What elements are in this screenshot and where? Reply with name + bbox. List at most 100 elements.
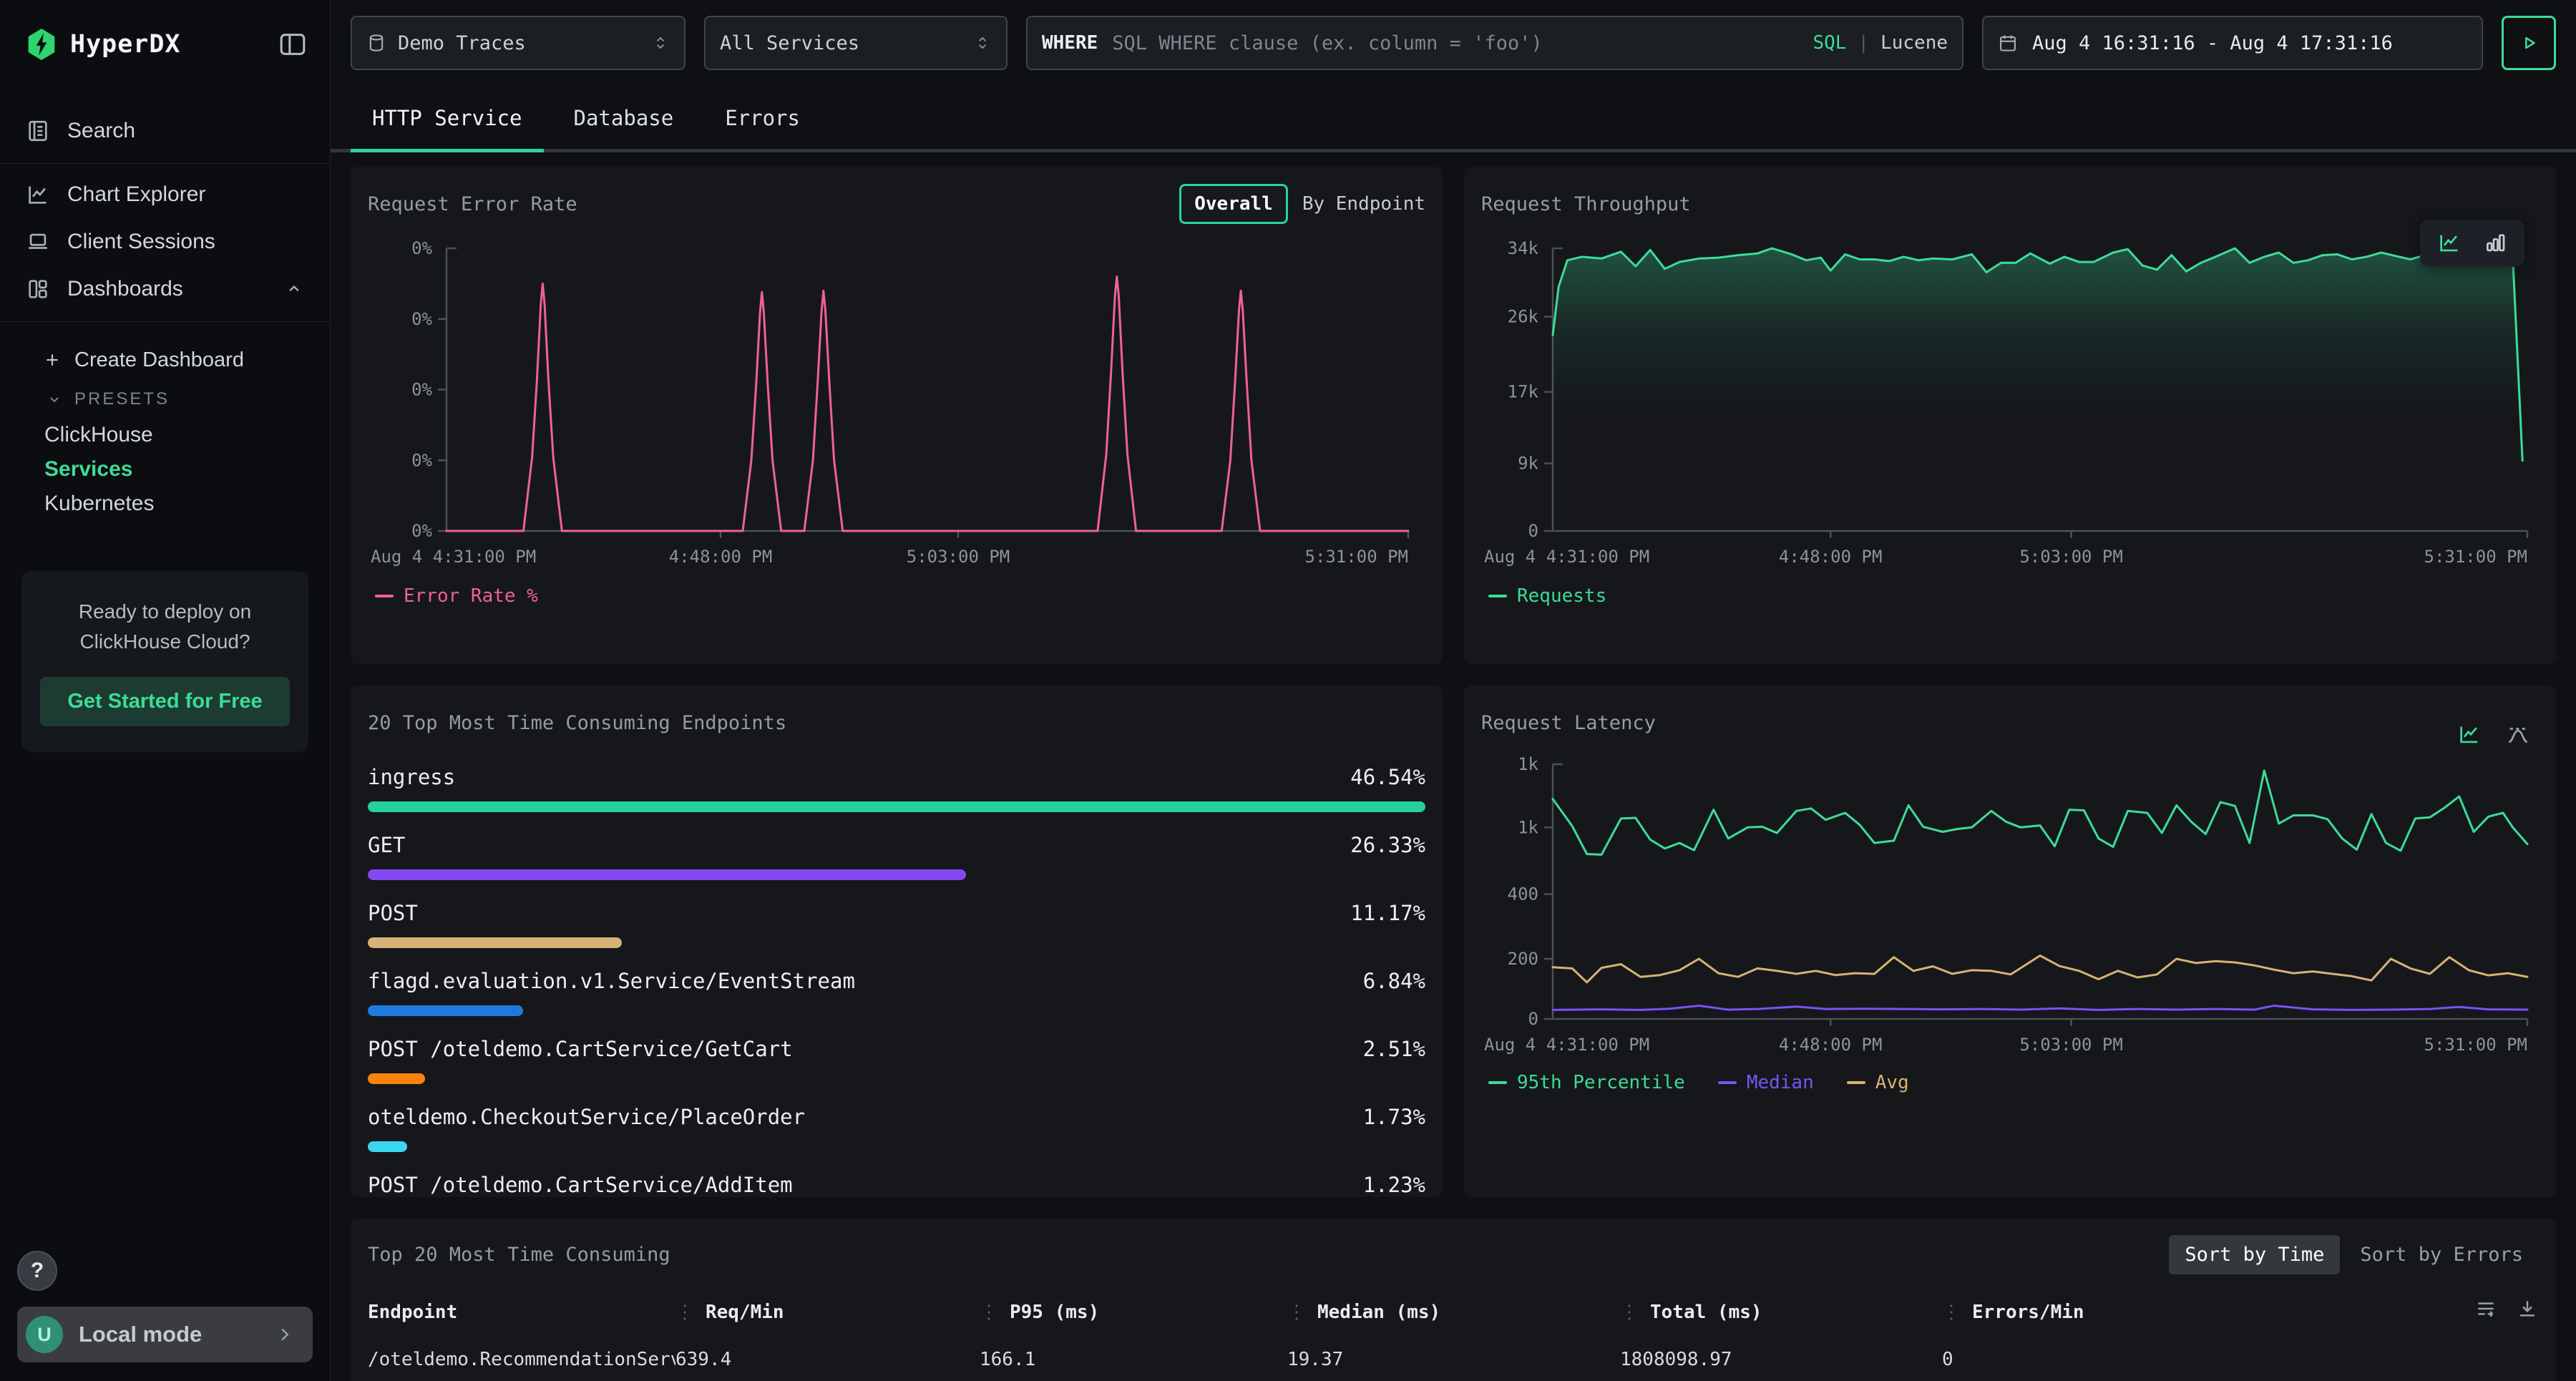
lucene-mode-toggle[interactable]: Lucene: [1880, 32, 1948, 54]
time-range-picker[interactable]: Aug 4 16:31:16 - Aug 4 17:31:16: [1982, 16, 2483, 70]
column-header-errors-min[interactable]: Errors/Min: [1942, 1302, 2539, 1323]
endpoint-item[interactable]: flagd.evaluation.v1.Service/EventStream6…: [368, 968, 1425, 1036]
sidebar-item-dashboards[interactable]: Dashboards: [0, 265, 330, 313]
cell-req-min: 639.4: [675, 1349, 980, 1370]
svg-text:5:03:00 PM: 5:03:00 PM: [907, 547, 1010, 567]
error-rate-chart: 0%0%0%0%0%Aug 4 4:31:00 PM4:48:00 PM5:03…: [368, 234, 1425, 574]
line-chart-icon[interactable]: [2437, 231, 2462, 255]
svg-text:0%: 0%: [411, 521, 432, 541]
calendar-icon: [1998, 33, 2018, 53]
endpoint-item[interactable]: POST /oteldemo.CartService/GetCart2.51%: [368, 1036, 1425, 1104]
logo-row: HyperDX: [0, 0, 330, 62]
where-label: WHERE: [1042, 32, 1098, 54]
app-root: HyperDX Search Chart Explorer: [0, 0, 2576, 1381]
endpoint-value: 2.51%: [1363, 1037, 1425, 1061]
endpoint-value: 46.54%: [1350, 765, 1425, 789]
topbar: Demo Traces All Services WHERE SQL | Luc…: [331, 0, 2576, 84]
sidebar-item-kubernetes[interactable]: Kubernetes: [0, 487, 330, 521]
create-dashboard-button[interactable]: Create Dashboard: [0, 339, 330, 381]
endpoint-label: oteldemo.CheckoutService/PlaceOrder: [368, 1105, 805, 1129]
sidebar-item-services[interactable]: Services: [0, 452, 330, 487]
column-header-req-min[interactable]: Req/Min: [675, 1302, 980, 1323]
endpoint-item[interactable]: oteldemo.CheckoutService/PlaceOrder 1.73%: [368, 1104, 1425, 1172]
sort-by-time-button[interactable]: Sort by Time: [2169, 1235, 2340, 1274]
endpoint-item[interactable]: POST /oteldemo.CartService/AddItem1.23%: [368, 1172, 1425, 1197]
legend-item[interactable]: 95th Percentile: [1488, 1072, 1685, 1093]
endpoint-value: 26.33%: [1350, 833, 1425, 857]
run-query-button[interactable]: [2502, 16, 2556, 70]
sort-by-errors-button[interactable]: Sort by Errors: [2344, 1235, 2539, 1274]
endpoint-value: 11.17%: [1350, 901, 1425, 925]
endpoint-bar: [368, 801, 1425, 812]
svg-text:5:31:00 PM: 5:31:00 PM: [2424, 547, 2528, 567]
play-icon: [2518, 32, 2540, 54]
laptop-icon: [26, 230, 50, 254]
sidebar-item-label: Chart Explorer: [67, 182, 205, 207]
sidebar-section-main: Chart Explorer Client Sessions Dashboard…: [0, 164, 330, 322]
sidebar: HyperDX Search Chart Explorer: [0, 0, 331, 1381]
column-header-p95[interactable]: P95 (ms): [980, 1302, 1287, 1323]
chart-explorer-icon: [26, 182, 50, 207]
download-icon[interactable]: [2516, 1297, 2539, 1320]
clickhouse-cloud-promo: Ready to deploy on ClickHouse Cloud? Get…: [21, 571, 308, 752]
by-endpoint-toggle-button[interactable]: By Endpoint: [1302, 193, 1425, 215]
cell-median: 19.37: [1287, 1349, 1620, 1370]
where-input[interactable]: [1112, 32, 1813, 54]
endpoint-value: 1.73%: [1363, 1105, 1425, 1129]
preset-label: Services: [44, 457, 132, 482]
endpoint-value: 1.23%: [1363, 1173, 1425, 1197]
svg-text:4:48:00 PM: 4:48:00 PM: [669, 547, 773, 567]
column-header-median[interactable]: Median (ms): [1287, 1302, 1620, 1323]
sidebar-item-chart-explorer[interactable]: Chart Explorer: [0, 171, 330, 218]
promo-text-line1: Ready to deploy on: [40, 597, 290, 627]
user-menu[interactable]: U Local mode: [17, 1307, 313, 1362]
sidebar-item-search[interactable]: Search: [0, 107, 330, 155]
row-wrap-icon[interactable]: [2474, 1297, 2497, 1320]
source-select[interactable]: Demo Traces: [351, 16, 686, 70]
help-button[interactable]: ?: [17, 1251, 57, 1291]
dashboard-tabs: HTTP Service Database Errors: [331, 84, 2576, 152]
bar-chart-icon[interactable]: [2483, 231, 2507, 255]
where-clause-field[interactable]: WHERE SQL | Lucene: [1026, 16, 1963, 70]
legend-item[interactable]: Requests: [1488, 585, 1606, 607]
sidebar-item-clickhouse[interactable]: ClickHouse: [0, 418, 330, 452]
endpoint-item[interactable]: POST11.17%: [368, 900, 1425, 968]
endpoint-item[interactable]: GET26.33%: [368, 832, 1425, 900]
histogram-icon[interactable]: [2506, 723, 2530, 747]
column-header-endpoint[interactable]: Endpoint: [368, 1302, 675, 1323]
chart-legend: Requests: [1481, 585, 2539, 607]
svg-text:Aug 4 4:31:00 PM: Aug 4 4:31:00 PM: [1484, 547, 1649, 567]
get-started-button[interactable]: Get Started for Free: [40, 677, 290, 726]
sidebar-item-label: Client Sessions: [67, 230, 215, 254]
column-header-total[interactable]: Total (ms): [1620, 1302, 1942, 1323]
legend-item[interactable]: Error Rate %: [375, 585, 538, 607]
line-chart-icon[interactable]: [2457, 723, 2482, 747]
service-select[interactable]: All Services: [704, 16, 1008, 70]
svg-text:0%: 0%: [411, 380, 432, 400]
endpoint-item[interactable]: ingress46.54%: [368, 764, 1425, 832]
table-row[interactable]: /oteldemo.RecommendationServ 639.4 166.1…: [368, 1349, 2539, 1370]
svg-text:4:48:00 PM: 4:48:00 PM: [1779, 547, 1883, 567]
tab-http-service[interactable]: HTTP Service: [351, 106, 544, 152]
presets-toggle[interactable]: PRESETS: [0, 381, 330, 418]
legend-item[interactable]: Avg: [1847, 1072, 1909, 1093]
svg-text:200: 200: [1508, 949, 1538, 969]
tab-errors[interactable]: Errors: [703, 106, 821, 152]
sidebar-collapse-icon[interactable]: [278, 30, 307, 59]
svg-text:0: 0: [1528, 521, 1538, 541]
dashboards-icon: [26, 277, 50, 301]
sidebar-item-client-sessions[interactable]: Client Sessions: [0, 218, 330, 265]
legend-label: Requests: [1517, 585, 1606, 607]
preset-label: Kubernetes: [44, 492, 154, 516]
legend-item[interactable]: Median: [1718, 1072, 1814, 1093]
search-icon: [26, 119, 50, 143]
tab-database[interactable]: Database: [552, 106, 696, 152]
create-dashboard-label: Create Dashboard: [74, 348, 244, 372]
main-area: Demo Traces All Services WHERE SQL | Luc…: [331, 0, 2576, 1381]
overall-toggle-button[interactable]: Overall: [1179, 184, 1288, 224]
legend-dash: [1488, 595, 1507, 597]
sql-mode-toggle[interactable]: SQL: [1813, 32, 1846, 54]
endpoint-bar: [368, 1005, 523, 1016]
legend-dash: [1488, 1081, 1507, 1084]
error-rate-view-toggle: Overall By Endpoint: [1179, 184, 1425, 224]
